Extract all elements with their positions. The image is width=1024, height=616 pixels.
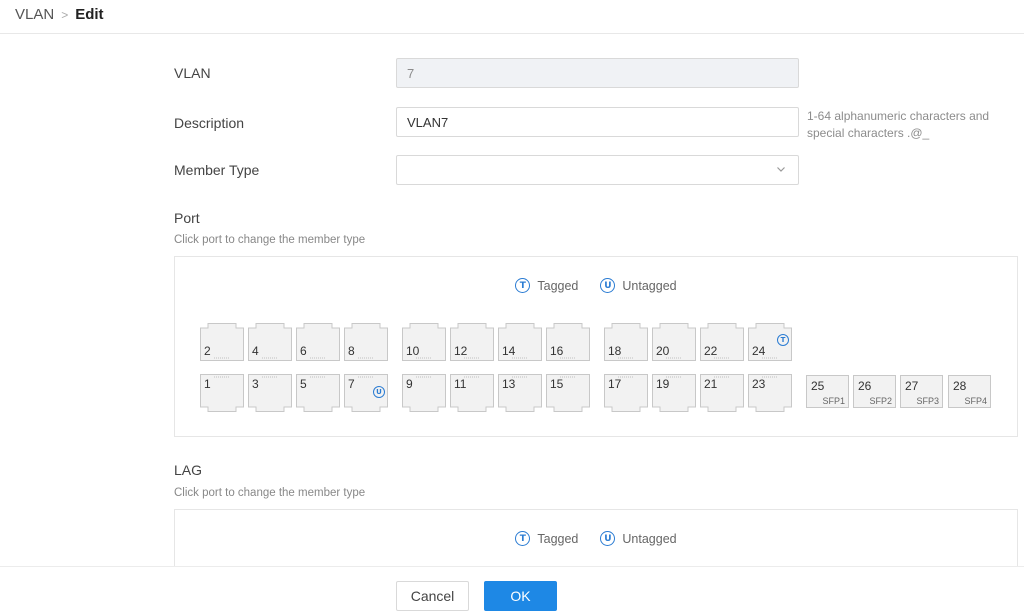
legend-untagged-label: Untagged [622, 278, 677, 293]
lag-legend-tagged: T Tagged [515, 531, 578, 546]
sfp-label: SFP1 [822, 396, 845, 406]
port-number: 22 [704, 344, 718, 358]
port-number: 17 [608, 377, 622, 391]
port-number: 28 [953, 379, 967, 393]
port-number: 24 [752, 344, 766, 358]
port-10[interactable]: 10 [402, 323, 446, 361]
legend-untagged: U Untagged [600, 278, 677, 293]
form-footer: Cancel OK [0, 566, 1024, 616]
lag-section-title: LAG [174, 462, 203, 478]
lag-section-subtitle: Click port to change the member type [174, 487, 366, 499]
port-24[interactable]: 24 T [748, 323, 792, 361]
port-number: 20 [656, 344, 670, 358]
port-number: 15 [550, 377, 564, 391]
port-18[interactable]: 18 [604, 323, 648, 361]
chevron-down-icon [777, 167, 785, 172]
port-9[interactable]: 9 [402, 374, 446, 412]
port-15[interactable]: 15 [546, 374, 590, 412]
port-number: 23 [752, 377, 766, 391]
tagged-icon: T [515, 278, 531, 293]
port-21[interactable]: 21 [700, 374, 744, 412]
breadcrumb-current: Edit [75, 6, 104, 23]
lag-legend-untagged-label: Untagged [622, 531, 677, 546]
port-number: 19 [656, 377, 670, 391]
port-7[interactable]: 7U [344, 374, 388, 412]
port-23[interactable]: 23 [748, 374, 792, 412]
port-4[interactable]: 4 [248, 323, 292, 361]
port-number: 9 [406, 377, 413, 391]
member-type-label: Member Type [174, 162, 260, 178]
untagged-icon: U [600, 531, 616, 546]
untagged-badge-icon: U [373, 386, 385, 398]
port-number: 10 [406, 344, 420, 358]
port-number: 14 [502, 344, 516, 358]
ok-button[interactable]: OK [484, 581, 557, 611]
legend-tagged: T Tagged [515, 278, 578, 293]
port-8[interactable]: 8 [344, 323, 388, 361]
lag-legend-tagged-label: Tagged [537, 531, 579, 546]
port-12[interactable]: 12 [450, 323, 494, 361]
port-19[interactable]: 19 [652, 374, 696, 412]
description-input[interactable] [396, 107, 799, 137]
port-number: 13 [502, 377, 516, 391]
lag-legend: T Tagged U Untagged [175, 531, 1017, 546]
port-number: 7 [348, 377, 355, 391]
port-13[interactable]: 13 [498, 374, 542, 412]
port-number: 26 [858, 379, 872, 393]
port-section-title: Port [174, 210, 200, 226]
sfp-port-28[interactable]: 28 SFP4 [948, 375, 991, 408]
vlan-id-input [396, 58, 799, 88]
untagged-icon: U [600, 278, 616, 293]
page-header: VLAN > Edit [0, 0, 1024, 34]
cancel-button[interactable]: Cancel [396, 581, 469, 611]
breadcrumb: VLAN > Edit [15, 6, 104, 23]
tagged-icon: T [515, 531, 531, 546]
port-number: 4 [252, 344, 259, 358]
port-17[interactable]: 17 [604, 374, 648, 412]
sfp-label: SFP4 [964, 396, 987, 406]
breadcrumb-separator-icon: > [61, 7, 69, 22]
port-6[interactable]: 6 [296, 323, 340, 361]
sfp-port-27[interactable]: 27 SFP3 [900, 375, 943, 408]
port-number: 21 [704, 377, 718, 391]
breadcrumb-vlan-link[interactable]: VLAN [15, 6, 54, 23]
port-number: 12 [454, 344, 468, 358]
port-number: 25 [811, 379, 825, 393]
member-type-select[interactable] [396, 155, 799, 185]
port-number: 11 [454, 377, 467, 391]
description-label: Description [174, 115, 245, 131]
port-panel: T Tagged U Untagged 2 4 6 8 10 12 14 16 18 20 22 24… [174, 256, 1018, 437]
sfp-label: SFP3 [916, 396, 939, 406]
port-22[interactable]: 22 [700, 323, 744, 361]
port-number: 27 [905, 379, 919, 393]
port-11[interactable]: 11 [450, 374, 494, 412]
port-number: 16 [550, 344, 564, 358]
port-number: 6 [300, 344, 307, 358]
port-number: 3 [252, 377, 259, 391]
port-2[interactable]: 2 [200, 323, 244, 361]
port-14[interactable]: 14 [498, 323, 542, 361]
port-number: 18 [608, 344, 622, 358]
legend-tagged-label: Tagged [537, 278, 579, 293]
vlan-label: VLAN [174, 65, 211, 81]
sfp-port-26[interactable]: 26 SFP2 [853, 375, 896, 408]
sfp-label: SFP2 [869, 396, 892, 406]
port-number: 5 [300, 377, 307, 391]
port-legend: T Tagged U Untagged [175, 278, 1017, 293]
port-5[interactable]: 5 [296, 374, 340, 412]
port-number: 2 [204, 344, 211, 358]
lag-legend-untagged: U Untagged [600, 531, 677, 546]
port-section-subtitle: Click port to change the member type [174, 234, 366, 246]
port-16[interactable]: 16 [546, 323, 590, 361]
port-number: 8 [348, 344, 355, 358]
tagged-badge-icon: T [777, 334, 789, 346]
port-20[interactable]: 20 [652, 323, 696, 361]
port-1[interactable]: 1 [200, 374, 244, 412]
description-hint: 1-64 alphanumeric characters and special… [807, 109, 990, 140]
port-3[interactable]: 3 [248, 374, 292, 412]
sfp-port-25[interactable]: 25 SFP1 [806, 375, 849, 408]
port-number: 1 [204, 377, 211, 391]
